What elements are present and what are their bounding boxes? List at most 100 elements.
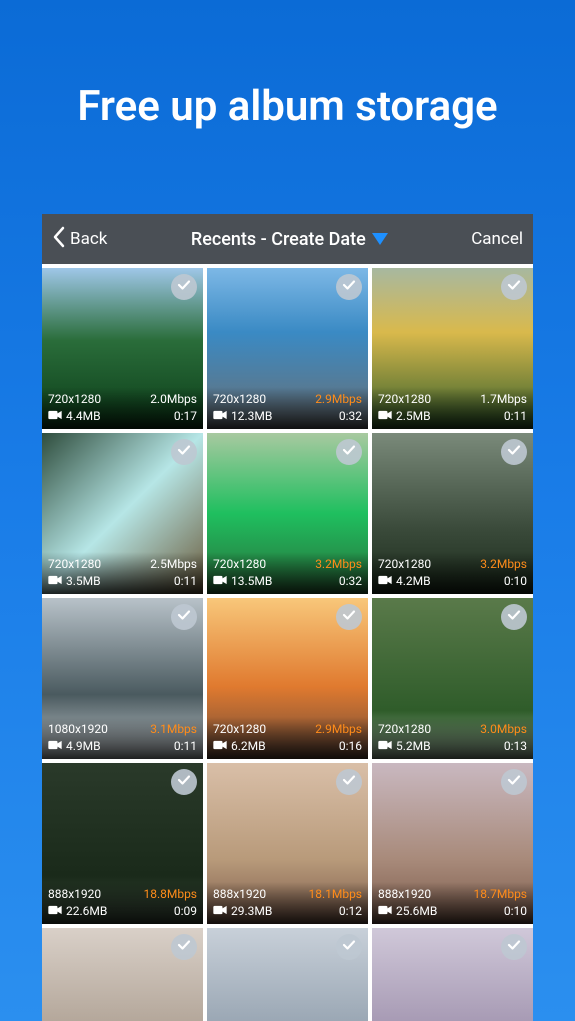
- video-meta-overlay: 720x12803.0Mbps5.2MB0:13: [372, 717, 533, 759]
- triangle-down-icon: [372, 233, 388, 245]
- select-toggle[interactable]: [336, 439, 362, 465]
- video-cell[interactable]: 720x12802.9Mbps6.2MB0:16: [207, 598, 368, 759]
- select-toggle[interactable]: [171, 604, 197, 630]
- filesize-label: 4.9MB: [66, 738, 101, 755]
- filesize-label: 25.6MB: [396, 903, 437, 920]
- filesize-label: 29.3MB: [231, 903, 272, 920]
- select-toggle[interactable]: [501, 934, 527, 960]
- bitrate-label: 3.2Mbps: [480, 556, 527, 573]
- cancel-button[interactable]: Cancel: [471, 229, 523, 249]
- bitrate-label: 1.7Mbps: [480, 391, 527, 408]
- size-group: 22.6MB: [48, 903, 107, 920]
- size-group: 4.4MB: [48, 408, 101, 425]
- select-toggle[interactable]: [501, 769, 527, 795]
- size-group: 5.2MB: [378, 738, 431, 755]
- video-meta-overlay: 1080x19203.1Mbps4.9MB0:11: [42, 717, 203, 759]
- duration-label: 0:11: [174, 573, 197, 590]
- video-camera-icon: [213, 408, 227, 425]
- select-toggle[interactable]: [336, 274, 362, 300]
- select-toggle[interactable]: [336, 769, 362, 795]
- check-icon: [506, 607, 522, 627]
- select-toggle[interactable]: [336, 934, 362, 960]
- filesize-label: 5.2MB: [396, 738, 431, 755]
- video-meta-overlay: 720x12803.2Mbps4.2MB0:10: [372, 552, 533, 594]
- filesize-label: 12.3MB: [231, 408, 272, 425]
- promo-title: Free up album storage: [0, 0, 575, 131]
- duration-label: 0:32: [339, 408, 362, 425]
- back-label: Back: [70, 229, 107, 249]
- size-group: 29.3MB: [213, 903, 272, 920]
- video-cell[interactable]: 720x12803.2Mbps4.2MB0:10: [372, 433, 533, 594]
- video-meta-overlay: 720x12802.9Mbps12.3MB0:32: [207, 387, 368, 429]
- select-toggle[interactable]: [501, 274, 527, 300]
- phone-window: Back Recents - Create Date Cancel 720x12…: [42, 214, 533, 1021]
- nav-bar: Back Recents - Create Date Cancel: [42, 214, 533, 264]
- video-meta-overlay: 720x12802.5Mbps3.5MB0:11: [42, 552, 203, 594]
- check-icon: [176, 442, 192, 462]
- bitrate-label: 2.0Mbps: [150, 391, 197, 408]
- video-camera-icon: [48, 408, 62, 425]
- video-cell[interactable]: 1080x19203.1Mbps4.9MB0:11: [42, 598, 203, 759]
- video-cell[interactable]: 720x12803.0Mbps5.2MB0:13: [372, 598, 533, 759]
- video-camera-icon: [48, 573, 62, 590]
- filesize-label: 13.5MB: [231, 573, 272, 590]
- resolution-label: 720x1280: [213, 556, 266, 573]
- filesize-label: 4.2MB: [396, 573, 431, 590]
- video-cell[interactable]: [372, 928, 533, 1021]
- resolution-label: 720x1280: [378, 391, 431, 408]
- size-group: 2.5MB: [378, 408, 431, 425]
- resolution-label: 720x1280: [213, 721, 266, 738]
- filesize-label: 2.5MB: [396, 408, 431, 425]
- video-cell[interactable]: 720x12803.2Mbps13.5MB0:32: [207, 433, 368, 594]
- select-toggle[interactable]: [336, 604, 362, 630]
- select-toggle[interactable]: [171, 439, 197, 465]
- video-cell[interactable]: [207, 928, 368, 1021]
- video-cell[interactable]: 720x1280 1.7Mbps 2.5MB 0:11: [372, 268, 533, 429]
- bitrate-label: 2.9Mbps: [315, 721, 362, 738]
- filesize-label: 3.5MB: [66, 573, 101, 590]
- select-toggle[interactable]: [171, 934, 197, 960]
- bitrate-label: 3.0Mbps: [480, 721, 527, 738]
- duration-label: 0:10: [504, 573, 527, 590]
- video-cell[interactable]: 888x192018.7Mbps25.6MB0:10: [372, 763, 533, 924]
- resolution-label: 720x1280: [48, 391, 101, 408]
- video-camera-icon: [378, 573, 392, 590]
- bitrate-label: 3.1Mbps: [150, 721, 197, 738]
- video-meta-overlay: 720x12803.2Mbps13.5MB0:32: [207, 552, 368, 594]
- video-meta-overlay: 888x192018.7Mbps25.6MB0:10: [372, 882, 533, 924]
- select-toggle[interactable]: [501, 439, 527, 465]
- filesize-label: 4.4MB: [66, 408, 101, 425]
- duration-label: 0:11: [504, 408, 527, 425]
- filesize-label: 6.2MB: [231, 738, 266, 755]
- bitrate-label: 18.8Mbps: [143, 886, 197, 903]
- check-icon: [341, 937, 357, 957]
- video-cell[interactable]: 720x12802.0Mbps4.4MB0:17: [42, 268, 203, 429]
- resolution-label: 888x1920: [213, 886, 266, 903]
- video-camera-icon: [378, 738, 392, 755]
- bitrate-label: 2.5Mbps: [150, 556, 197, 573]
- resolution-label: 720x1280: [213, 391, 266, 408]
- select-toggle[interactable]: [501, 604, 527, 630]
- title-dropdown[interactable]: Recents - Create Date: [191, 229, 388, 250]
- check-icon: [341, 772, 357, 792]
- bitrate-label: 18.1Mbps: [308, 886, 362, 903]
- video-cell[interactable]: 720x12802.5Mbps3.5MB0:11: [42, 433, 203, 594]
- video-cell[interactable]: 720x12802.9Mbps12.3MB0:32: [207, 268, 368, 429]
- video-meta-overlay: 720x1280 1.7Mbps 2.5MB 0:11: [372, 387, 533, 429]
- video-cell[interactable]: 888x192018.8Mbps22.6MB0:09: [42, 763, 203, 924]
- video-camera-icon: [48, 903, 62, 920]
- video-camera-icon: [213, 573, 227, 590]
- back-button[interactable]: Back: [52, 226, 107, 253]
- check-icon: [341, 442, 357, 462]
- size-group: 13.5MB: [213, 573, 272, 590]
- check-icon: [176, 937, 192, 957]
- chevron-left-icon: [52, 226, 66, 253]
- size-group: 3.5MB: [48, 573, 101, 590]
- bitrate-label: 18.7Mbps: [473, 886, 527, 903]
- video-cell[interactable]: 888x192018.1Mbps29.3MB0:12: [207, 763, 368, 924]
- video-cell[interactable]: [42, 928, 203, 1021]
- video-camera-icon: [213, 903, 227, 920]
- resolution-label: 720x1280: [378, 721, 431, 738]
- select-toggle[interactable]: [171, 274, 197, 300]
- select-toggle[interactable]: [171, 769, 197, 795]
